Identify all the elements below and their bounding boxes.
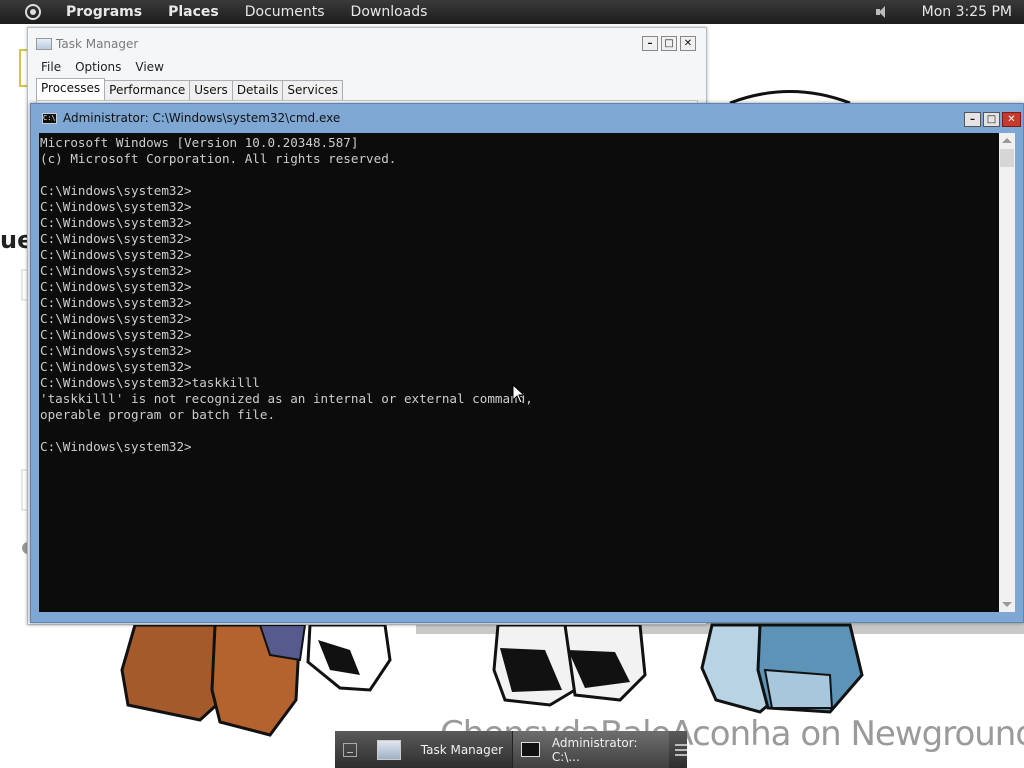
cmd-close-button[interactable]: ✕ [1002, 112, 1021, 127]
cmd-minimize-button[interactable]: – [964, 112, 981, 127]
cmd-titlebar[interactable]: C:\ Administrator: C:\Windows\system32\c… [31, 104, 1023, 132]
task-manager-icon [36, 38, 52, 50]
console-line: C:\Windows\system32> [40, 279, 192, 294]
console-line: C:\Windows\system32> [40, 327, 192, 342]
console-line: (c) Microsoft Corporation. All rights re… [40, 151, 397, 166]
show-desktop-icon[interactable] [343, 742, 357, 757]
console-line: C:\Windows\system32> [40, 263, 192, 278]
scroll-down-arrow-icon[interactable] [1002, 602, 1012, 607]
console-line: C:\Windows\system32> [40, 247, 192, 262]
task-manager-tabs: Processes Performance Users Details Serv… [36, 78, 344, 100]
menu-programs[interactable]: Programs [66, 4, 142, 20]
console-line: C:\Windows\system32> [40, 231, 192, 246]
task-manager-maximize-button[interactable]: □ [661, 36, 677, 51]
console-line: Microsoft Windows [Version 10.0.20348.58… [40, 135, 359, 150]
console-line: C:\Windows\system32> [40, 183, 192, 198]
tab-users[interactable]: Users [189, 80, 233, 100]
tab-details[interactable]: Details [231, 80, 284, 100]
taskbar-item-task-manager[interactable]: Task Manager [369, 731, 512, 768]
cmd-maximize-button[interactable]: □ [983, 112, 1000, 127]
panel-clock[interactable]: Mon 3:25 PM [922, 4, 1012, 20]
cmd-console[interactable]: Microsoft Windows [Version 10.0.20348.58… [39, 133, 999, 612]
top-panel: Programs Places Documents Downloads Mon … [0, 0, 1024, 24]
console-line: C:\Windows\system32> [40, 295, 192, 310]
task-manager-minimize-button[interactable]: – [642, 36, 658, 51]
taskbar-item-label: Administrator: C:\... [551, 735, 638, 764]
console-line: C:\Windows\system32> [40, 359, 192, 374]
menu-downloads[interactable]: Downloads [351, 4, 428, 20]
menu-documents[interactable]: Documents [245, 4, 325, 20]
console-line: operable program or batch file. [40, 407, 276, 422]
menu-options[interactable]: Options [75, 60, 121, 78]
cmd-icon: C:\ [42, 112, 57, 124]
console-line: C:\Windows\system32> [40, 215, 192, 230]
cmd-icon [521, 742, 540, 757]
volume-icon[interactable] [875, 5, 890, 19]
cmd-scrollbar[interactable] [999, 133, 1015, 612]
task-manager-title: Task Manager [56, 37, 139, 51]
taskbar: Task Manager Administrator: C:\... [335, 731, 687, 768]
cmd-window[interactable]: C:\ Administrator: C:\Windows\system32\c… [30, 103, 1024, 623]
task-manager-menubar: File Options View [28, 60, 706, 78]
task-manager-icon [376, 739, 401, 760]
mouse-pointer-icon [512, 384, 526, 404]
menu-view[interactable]: View [135, 60, 163, 78]
tab-performance[interactable]: Performance [104, 80, 191, 100]
scroll-up-arrow-icon[interactable] [1002, 138, 1012, 143]
console-line: C:\Windows\system32> [40, 439, 192, 454]
task-manager-close-button[interactable]: ✕ [680, 36, 696, 51]
taskbar-item-label: Task Manager [420, 742, 504, 757]
scroll-thumb[interactable] [1000, 149, 1014, 167]
taskbar-item-cmd[interactable]: Administrator: C:\... [512, 731, 670, 768]
console-line: C:\Windows\system32> [40, 343, 192, 358]
menu-file[interactable]: File [41, 60, 61, 78]
tab-processes[interactable]: Processes [36, 78, 106, 100]
applications-logo-icon[interactable] [25, 4, 41, 20]
menu-places[interactable]: Places [168, 4, 219, 20]
tab-services[interactable]: Services [282, 80, 344, 100]
cmd-title: Administrator: C:\Windows\system32\cmd.e… [63, 111, 341, 125]
console-line: C:\Windows\system32> [40, 311, 192, 326]
taskbar-menu-icon[interactable] [675, 743, 687, 756]
cmd-output: Microsoft Windows [Version 10.0.20348.58… [39, 133, 999, 455]
task-manager-titlebar[interactable]: Task Manager [28, 28, 706, 60]
console-line: C:\Windows\system32> [40, 199, 192, 214]
